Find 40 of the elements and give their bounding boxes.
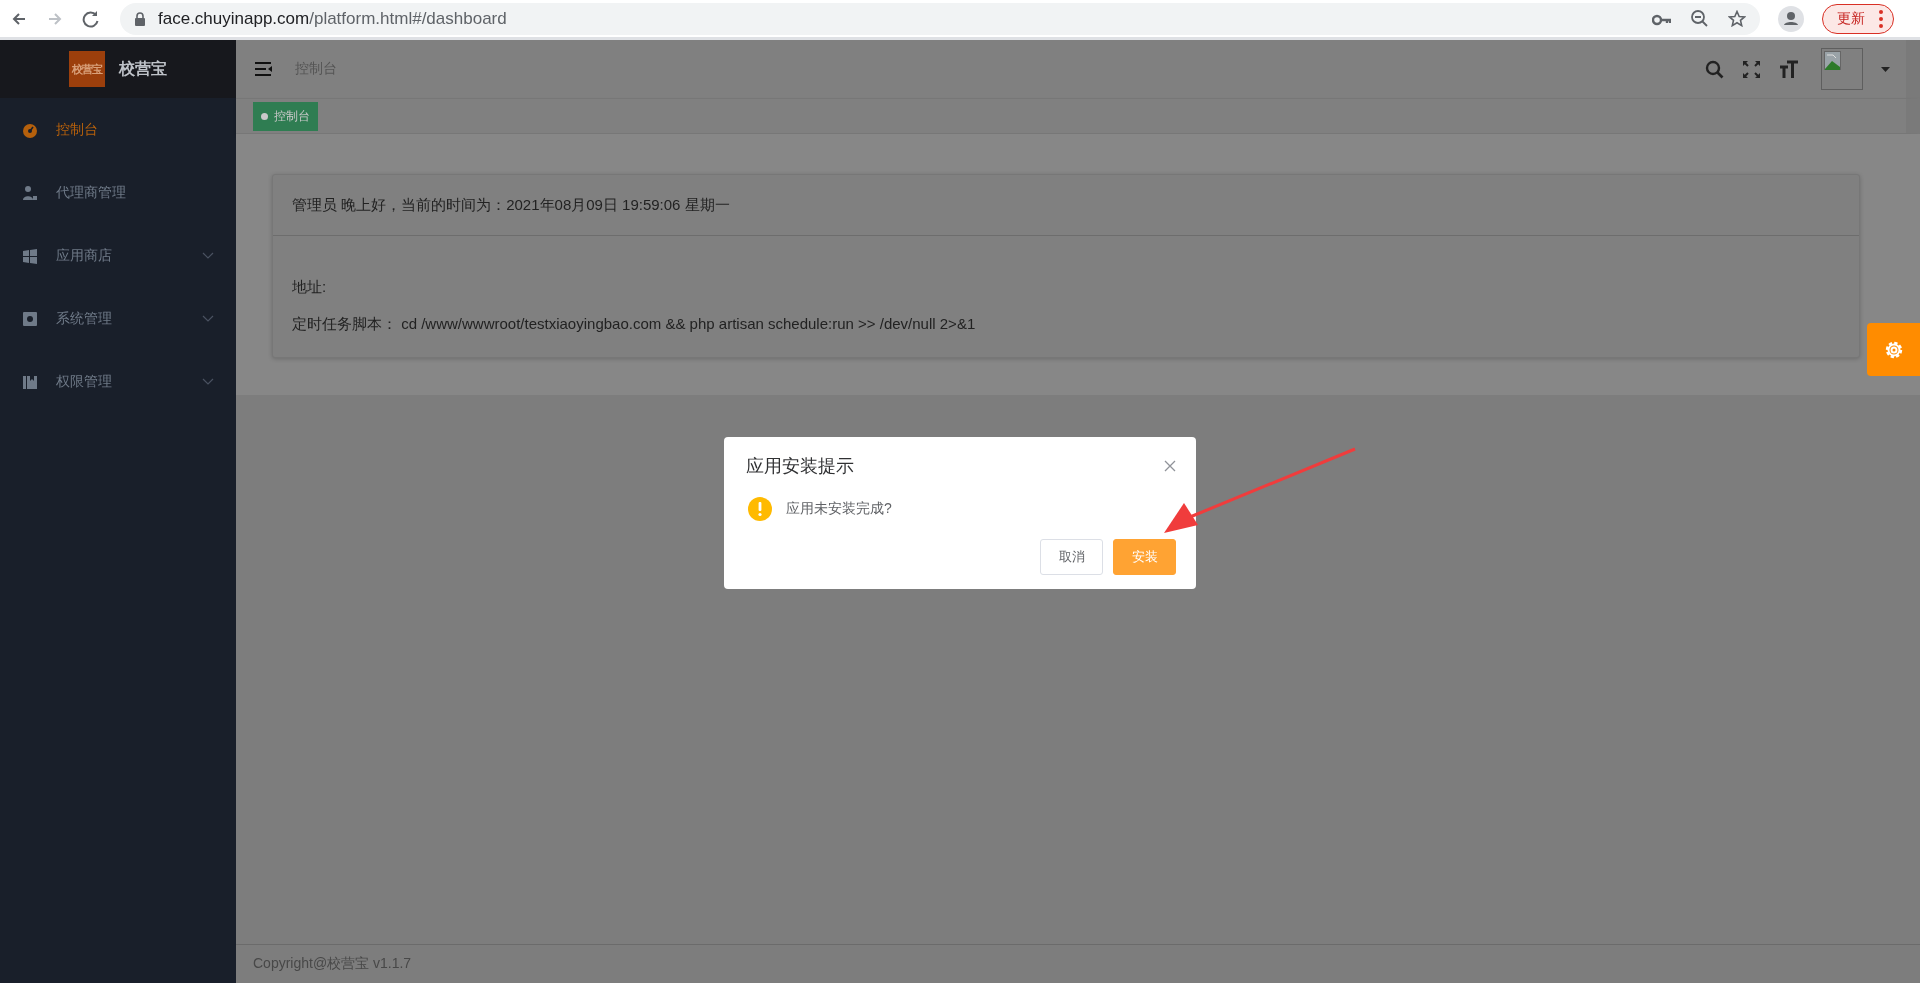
dialog-title: 应用安装提示	[746, 455, 854, 478]
update-button[interactable]: 更新	[1822, 3, 1894, 34]
reload-icon[interactable]	[82, 9, 100, 28]
tag[interactable]: 控制台	[253, 101, 318, 131]
star-icon[interactable]	[1728, 10, 1746, 27]
close-button[interactable]	[1164, 460, 1176, 472]
windows-grid-icon	[22, 247, 38, 264]
collapse-menu-icon[interactable]	[254, 61, 273, 77]
app-title: 校营宝	[119, 58, 167, 79]
broken-image-icon	[1824, 51, 1841, 70]
install-button[interactable]: 安装	[1113, 539, 1176, 575]
font-size-icon[interactable]	[1779, 59, 1799, 79]
menu-item[interactable]: 代理商管理	[0, 161, 236, 224]
greeting-text: 管理员 晚上好，当前的时间为：2021年08月09日 19:59:06 星期一	[292, 195, 730, 215]
logo-badge: 校营宝	[69, 51, 105, 87]
zoom-out-icon[interactable]	[1691, 10, 1708, 27]
cancel-button[interactable]: 取消	[1040, 539, 1103, 575]
dashboard-icon	[22, 121, 38, 138]
info-text: 定时任务脚本： cd /www/wwwroot/testxiaoyingbao.com && php artisan schedule:run >> /dev/null 2>&1	[292, 315, 976, 334]
address-bar[interactable]: face.chuyinapp.com/platform.html#/dashboard	[120, 2, 1760, 35]
fullscreen-icon[interactable]	[1742, 59, 1761, 79]
close-icon	[1164, 460, 1176, 472]
menu-item[interactable]: 权限管理	[0, 350, 236, 413]
avatar-image[interactable]	[1821, 48, 1863, 90]
settings-button[interactable]	[1867, 323, 1920, 376]
profile-icon[interactable]	[1778, 5, 1804, 32]
search-icon[interactable]	[1705, 59, 1724, 79]
url-path: /platform.html#/dashboard	[309, 8, 507, 29]
lock-icon	[134, 11, 146, 26]
menu-item[interactable]: 应用商店	[0, 224, 236, 287]
user-icon	[22, 184, 38, 201]
more-icon	[1879, 9, 1883, 28]
warning-icon	[748, 497, 772, 521]
info-text: 地址:	[292, 278, 327, 297]
url-host: face.chuyinapp.com	[158, 8, 310, 29]
menu-item[interactable]: 控制台	[0, 98, 236, 161]
book-icon	[22, 373, 38, 390]
caret-down-icon[interactable]	[1881, 66, 1890, 72]
menu-item[interactable]: 系统管理	[0, 287, 236, 350]
dialog-message: 应用未安装完成?	[786, 500, 892, 518]
